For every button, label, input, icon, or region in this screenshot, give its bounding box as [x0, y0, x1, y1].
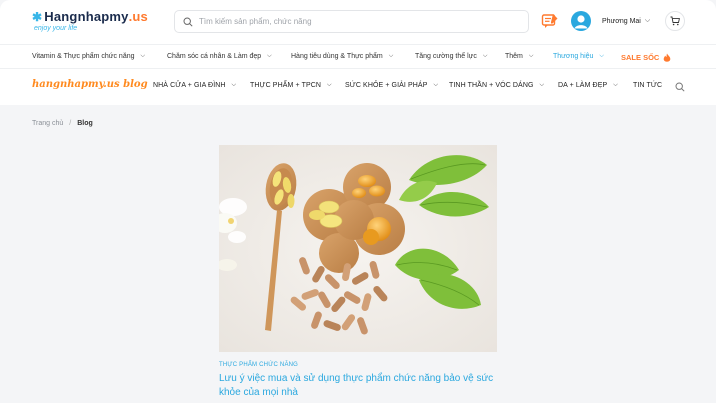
cart-button[interactable]	[665, 11, 685, 31]
chevron-down-icon: ⌵	[613, 82, 618, 88]
category-brands[interactable]: Thương hiệu ⌵	[553, 53, 604, 60]
blog-nav-home-family[interactable]: NHÀ CỬA + GIA ĐÌNH ⌵	[153, 82, 236, 89]
blog-nav-skin-beauty[interactable]: DA + LÀM ĐẸP ⌵	[558, 82, 618, 89]
blog-nav-label: TIN TỨC	[633, 82, 663, 89]
search-bar[interactable]	[174, 10, 529, 33]
chevron-down-icon: ⌵	[433, 82, 439, 88]
blog-nav-label: TINH THẦN + VÓC DÁNG	[449, 82, 534, 89]
user-menu[interactable]: Phương Mai ⌵	[602, 17, 650, 25]
article-title[interactable]: Lưu ý việc mua và sử dụng thực phẩm chức…	[219, 372, 499, 400]
site-logo[interactable]: ✱ Hangnhapmy .us enjoy your life	[32, 9, 148, 32]
blog-nav-label: NHÀ CỬA + GIA ĐÌNH	[153, 82, 226, 89]
search-icon	[183, 16, 193, 27]
category-label: Vitamin & Thực phẩm chức năng	[32, 53, 135, 60]
notification-chat-icon[interactable]	[541, 12, 559, 30]
chevron-down-icon: ⌵	[599, 53, 604, 59]
category-more[interactable]: Thêm ⌵	[505, 53, 533, 60]
chevron-down-icon: ⌵	[644, 17, 651, 24]
category-label: Thêm	[505, 53, 523, 60]
blog-nav-label: THỰC PHẨM + TPCN	[250, 82, 322, 89]
category-sale[interactable]: SALE SỐC	[621, 53, 671, 62]
category-vitamin[interactable]: Vitamin & Thực phẩm chức năng ⌵	[32, 53, 145, 60]
blog-logo[interactable]: hangnhapmy.us blog	[32, 79, 148, 90]
category-nav: Vitamin & Thực phẩm chức năng ⌵ Chăm sóc …	[0, 44, 716, 69]
category-label: Hàng tiêu dùng & Thực phẩm	[291, 53, 383, 60]
blog-nav: hangnhapmy.us blog NHÀ CỬA + GIA ĐÌNH ⌵ T…	[0, 69, 716, 105]
cart-icon	[670, 16, 680, 26]
user-icon	[574, 15, 588, 29]
category-label: SALE SỐC	[621, 53, 660, 62]
blog-nav-food-supplements[interactable]: THỰC PHẨM + TPCN ⌵	[250, 82, 332, 89]
search-input[interactable]	[199, 17, 499, 26]
category-consumer-goods[interactable]: Hàng tiêu dùng & Thực phẩm ⌵	[291, 53, 393, 60]
logo-tagline: enjoy your life	[34, 25, 78, 32]
chevron-down-icon: ⌵	[388, 53, 394, 59]
avatar[interactable]	[571, 11, 591, 31]
chevron-down-icon: ⌵	[267, 53, 272, 59]
blog-nav-label: DA + LÀM ĐẸP	[558, 82, 608, 89]
breadcrumb-current: Blog	[77, 120, 93, 127]
search-icon[interactable]	[675, 82, 685, 92]
breadcrumb-separator: /	[69, 120, 72, 127]
category-label: Thương hiệu	[553, 53, 594, 60]
breadcrumb-home[interactable]: Trang chủ	[32, 120, 63, 127]
blog-nav-news[interactable]: TIN TỨC	[633, 82, 662, 89]
snowflake-icon: ✱	[32, 9, 43, 24]
chevron-down-icon: ⌵	[539, 82, 545, 88]
chevron-down-icon: ⌵	[231, 82, 237, 88]
supplements-illustration	[219, 145, 497, 352]
category-label: Tăng cường thể lực	[415, 53, 477, 60]
chevron-down-icon: ⌵	[327, 82, 332, 88]
category-label: Chăm sóc cá nhân & Làm đẹp	[167, 53, 262, 60]
chevron-down-icon: ⌵	[482, 53, 488, 59]
logo-name: Hangnhapmy	[44, 9, 129, 24]
top-header: ✱ Hangnhapmy .us enjoy your life Tìm kiế…	[0, 0, 716, 44]
page: ✱ Hangnhapmy .us enjoy your life Tìm kiế…	[0, 0, 716, 403]
blog-nav-mind-body[interactable]: TINH THẦN + VÓC DÁNG ⌵	[449, 82, 544, 89]
blog-nav-label: SỨC KHỎE + GIẢI PHÁP	[345, 82, 428, 89]
category-personal-care[interactable]: Chăm sóc cá nhân & Làm đẹp ⌵	[167, 53, 272, 60]
chevron-down-icon: ⌵	[140, 53, 146, 59]
blog-nav-health-solutions[interactable]: SỨC KHỎE + GIẢI PHÁP ⌵	[345, 82, 438, 89]
article-image[interactable]	[219, 145, 497, 352]
chevron-down-icon: ⌵	[528, 53, 534, 59]
article-category[interactable]: THỰC PHẨM CHỨC NĂNG	[219, 362, 298, 368]
category-fitness[interactable]: Tăng cường thể lực ⌵	[415, 53, 487, 60]
fire-icon	[664, 53, 671, 62]
logo-tld: .us	[128, 9, 148, 24]
user-name-label: Phương Mai	[602, 17, 641, 25]
logo-wordmark: ✱ Hangnhapmy .us	[32, 9, 148, 24]
breadcrumb: Trang chủ / Blog	[32, 120, 93, 127]
